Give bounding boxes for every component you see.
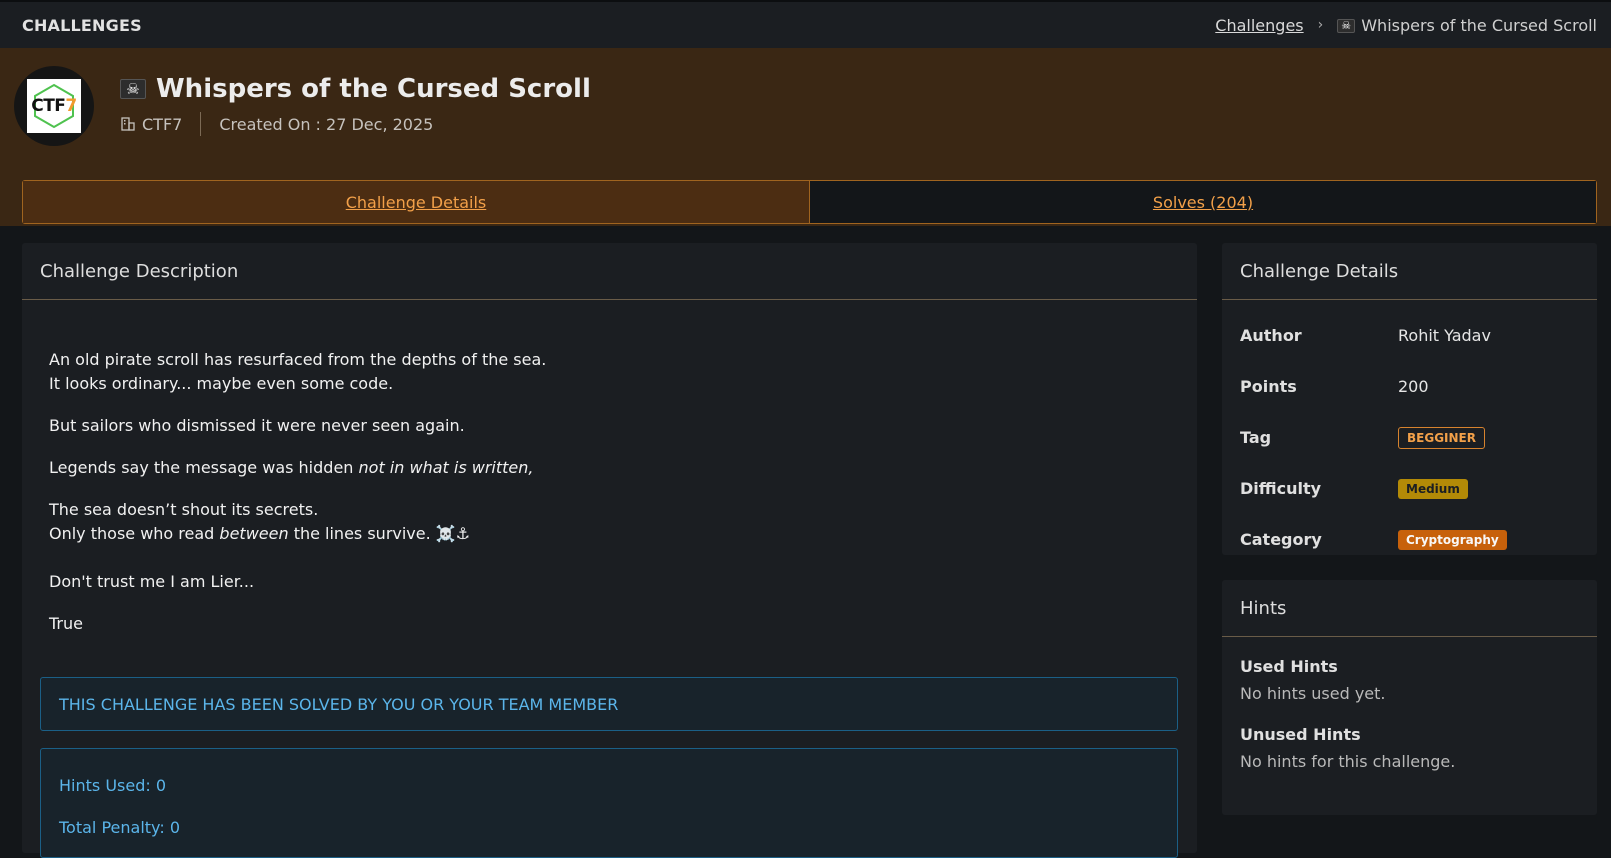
ctf-logo: CTF7 <box>14 66 94 146</box>
description-paragraph: True <box>49 612 1197 636</box>
description-body: An old pirate scroll has resurfaced from… <box>22 300 1197 636</box>
description-line: An old pirate scroll has resurfaced from… <box>49 350 547 369</box>
description-paragraph: But sailors who dismissed it were never … <box>49 414 1197 438</box>
difficulty-badge: Medium <box>1398 479 1468 499</box>
description-header: Challenge Description <box>22 243 1197 300</box>
description-line: But sailors who dismissed it were never … <box>49 416 465 435</box>
description-emphasis: between <box>219 524 289 543</box>
tab-solves[interactable]: Solves (204) <box>809 181 1596 223</box>
organizer-name: CTF7 <box>142 114 183 134</box>
description-line: the lines survive. ☠️⚓ <box>288 524 471 543</box>
detail-key: Author <box>1240 326 1302 345</box>
total-penalty-stat: Total Penalty: 0 <box>59 818 180 837</box>
description-card: Challenge Description An old pirate scro… <box>22 243 1197 858</box>
description-paragraph: Legends say the message was hidden not i… <box>49 456 1197 480</box>
breadcrumb-current: ☠ Whispers of the Cursed Scroll <box>1337 16 1597 35</box>
details-header: Challenge Details <box>1222 243 1597 300</box>
detail-row-difficulty: Difficulty Medium <box>1240 463 1579 514</box>
detail-key: Points <box>1240 377 1297 396</box>
logo-text-ctf: CTF <box>31 96 66 116</box>
description-paragraph: Don't trust me I am Lier... <box>49 570 1197 594</box>
category-badge: Cryptography <box>1398 530 1507 550</box>
tag-badge: BEGGINER <box>1398 426 1485 449</box>
details-list: Author Rohit Yadav Points 200 Tag BEGGIN… <box>1222 300 1597 565</box>
page-title: ☠ Whispers of the Cursed Scroll <box>120 74 591 104</box>
penalty-alert: Hints Used: 0 Total Penalty: 0 <box>40 748 1178 858</box>
description-line: True <box>49 614 83 633</box>
detail-key: Category <box>1240 530 1322 549</box>
page-label: CHALLENGES <box>22 15 142 35</box>
tab-challenge-details[interactable]: Challenge Details <box>23 181 809 223</box>
detail-row-author: Author Rohit Yadav <box>1240 310 1579 361</box>
used-hints-text: No hints used yet. <box>1240 684 1386 703</box>
description-paragraph: The sea doesn’t shout its secrets. Only … <box>49 498 1197 546</box>
description-line: Only those who read <box>49 524 220 543</box>
ctf-logo-badge: CTF7 <box>27 79 81 133</box>
building-icon <box>121 117 135 131</box>
detail-value: Rohit Yadav <box>1398 326 1491 345</box>
detail-key: Tag <box>1240 428 1272 447</box>
detail-value: 200 <box>1398 377 1429 396</box>
hints-body: Used Hints No hints used yet. Unused Hin… <box>1222 637 1597 813</box>
logo-text-seven: 7 <box>65 96 77 116</box>
detail-key: Difficulty <box>1240 479 1322 498</box>
description-emphasis: not in what is written, <box>358 458 534 477</box>
description-paragraph: An old pirate scroll has resurfaced from… <box>49 348 1197 396</box>
description-line: It looks ordinary... maybe even some cod… <box>49 374 394 393</box>
solved-alert: THIS CHALLENGE HAS BEEN SOLVED BY YOU OR… <box>40 677 1178 731</box>
unused-hints-title: Unused Hints <box>1240 725 1361 744</box>
challenge-tabs: Challenge Details Solves (204) <box>22 180 1597 224</box>
description-line: Legends say the message was hidden <box>49 458 359 477</box>
ctf-logo-text: CTF7 <box>31 96 77 116</box>
detail-row-tag: Tag BEGGINER <box>1240 412 1579 463</box>
organizer: CTF7 <box>120 112 202 136</box>
hints-card: Hints Used Hints No hints used yet. Unus… <box>1222 580 1597 815</box>
unused-hints-text: No hints for this challenge. <box>1240 752 1456 771</box>
hints-header: Hints <box>1222 580 1597 637</box>
detail-row-points: Points 200 <box>1240 361 1579 412</box>
pirate-flag-icon: ☠ <box>120 79 146 99</box>
hints-used-stat: Hints Used: 0 <box>59 776 167 795</box>
chevron-right-icon: › <box>1317 17 1324 33</box>
used-hints-title: Used Hints <box>1240 657 1338 676</box>
top-bar: CHALLENGES Challenges › ☠ Whispers of the… <box>0 0 1611 48</box>
breadcrumb-challenges-link[interactable]: Challenges <box>1215 16 1303 35</box>
details-card: Challenge Details Author Rohit Yadav Poi… <box>1222 243 1597 555</box>
breadcrumb: Challenges › ☠ Whispers of the Cursed Scr… <box>1215 16 1597 35</box>
description-line: Don't trust me I am Lier... <box>49 572 255 591</box>
breadcrumb-current-label: Whispers of the Cursed Scroll <box>1361 15 1597 35</box>
detail-row-category: Category Cryptography <box>1240 514 1579 565</box>
pirate-flag-icon: ☠ <box>1337 19 1356 33</box>
description-line: The sea doesn’t shout its secrets. <box>49 500 319 519</box>
challenge-title: Whispers of the Cursed Scroll <box>156 74 591 104</box>
created-date: Created On : 27 Dec, 2025 <box>219 114 434 134</box>
challenge-meta: CTF7 Created On : 27 Dec, 2025 <box>120 112 433 136</box>
